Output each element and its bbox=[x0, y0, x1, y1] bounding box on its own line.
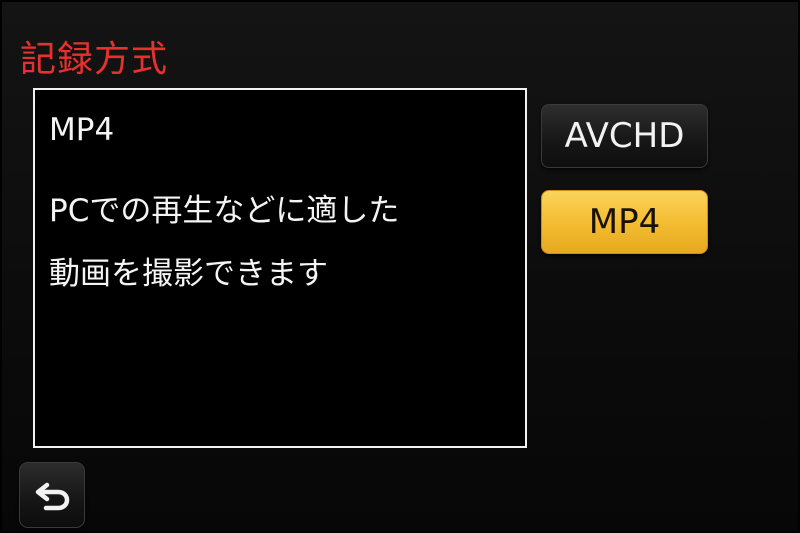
info-panel: MP4 PCでの再生などに適した 動画を撮影できます bbox=[33, 88, 527, 448]
back-button[interactable] bbox=[19, 462, 85, 528]
info-description: PCでの再生などに適した 動画を撮影できます bbox=[49, 180, 399, 306]
mp4-option-button[interactable]: MP4 bbox=[541, 190, 708, 254]
info-heading: MP4 bbox=[49, 112, 115, 148]
camera-menu-screen: 記録方式 MP4 PCでの再生などに適した 動画を撮影できます AVCHD MP… bbox=[0, 0, 800, 533]
avchd-option-button[interactable]: AVCHD bbox=[541, 104, 708, 168]
info-description-line: PCでの再生などに適した bbox=[49, 193, 400, 229]
return-arrow-icon bbox=[35, 482, 70, 511]
info-description-line: 動画を撮影できます bbox=[49, 256, 328, 292]
page-title: 記録方式 bbox=[20, 39, 169, 80]
